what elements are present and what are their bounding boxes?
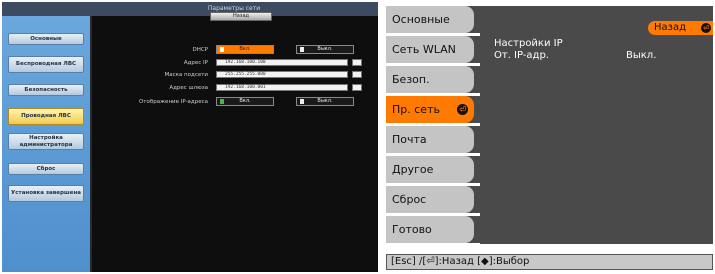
dhcp-on-radio[interactable]: Вкл.: [216, 45, 274, 54]
dhcp-label: DHCP: [192, 47, 208, 53]
ip-address-field[interactable]: 192.168.100.100: [216, 59, 348, 66]
sidebar-item-wired[interactable]: Проводная ЛВС: [8, 108, 84, 125]
status-bar: [Esc] /[⏎]:Назад [◆]:Выбор: [386, 254, 713, 270]
subnet-mask-field-end: [352, 71, 362, 78]
ip-settings-item[interactable]: Настройки IP: [494, 38, 563, 49]
menu-item-other[interactable]: Другое: [386, 156, 480, 183]
menu-item-label: Готово: [386, 216, 474, 243]
ip-display-on-label: Вкл.: [239, 98, 251, 104]
menu-item-basic[interactable]: Основные: [386, 6, 480, 33]
menu-item-face: Пр. сеть ⏎: [386, 96, 474, 123]
gateway-label: Адрес шлюза: [169, 85, 208, 91]
gateway-field[interactable]: 192.168.100.001: [216, 84, 348, 91]
radio-dot-icon: [300, 47, 304, 52]
back-label: Назад: [654, 22, 687, 33]
ip-display-off-label: Выкл.: [317, 98, 333, 104]
menu-item-reset[interactable]: Сброс: [386, 186, 480, 213]
back-button[interactable]: Назад: [210, 12, 272, 21]
enter-icon: ⏎: [701, 23, 711, 33]
menu-item-label: Сеть WLAN: [386, 36, 474, 63]
radio-dot-icon: [220, 47, 224, 52]
enter-icon: ⏎: [457, 104, 468, 115]
menu-item-security[interactable]: Безоп.: [386, 66, 480, 93]
subnet-mask-label: Маска подсети: [164, 72, 208, 78]
radio-dot-icon: [220, 99, 224, 104]
menu-item-label: Безоп.: [386, 66, 474, 93]
menu-item-label: Почта: [386, 126, 474, 153]
sidebar: Основные Беспроводная ЛВС Безопасность П…: [2, 16, 90, 272]
dhcp-on-label: Вкл.: [239, 46, 251, 52]
ip-display-item-label[interactable]: От. IP-адр.: [494, 50, 549, 61]
sidebar-item-wireless[interactable]: Беспроводная ЛВС: [8, 56, 84, 73]
dhcp-off-label: Выкл.: [317, 46, 333, 52]
sidebar-item-security[interactable]: Безопасность: [8, 84, 84, 96]
menu-item-done[interactable]: Готово: [386, 216, 480, 243]
dhcp-off-radio[interactable]: Выкл.: [296, 45, 354, 54]
settings-panel: [90, 16, 378, 272]
sidebar-item-admin[interactable]: Настройка администратора: [8, 133, 84, 150]
ip-address-label: Адрес IP: [183, 60, 208, 66]
menu-item-label: Основные: [386, 6, 474, 33]
ip-display-on-radio[interactable]: Вкл.: [216, 97, 274, 106]
ip-display-item-value: Выкл.: [626, 50, 657, 61]
menu-item-label: Другое: [386, 156, 474, 183]
menu-item-mail[interactable]: Почта: [386, 126, 480, 153]
gateway-field-end: [352, 84, 362, 91]
ip-display-off-radio[interactable]: Выкл.: [296, 97, 354, 106]
subnet-mask-field[interactable]: 255.255.255.000: [216, 71, 348, 78]
sidebar-item-basic[interactable]: Основные: [8, 33, 84, 45]
menu-item-label: Пр. сеть: [392, 103, 440, 116]
left-screenshot: Параметры сети Основные Беспроводная ЛВС…: [2, 2, 378, 272]
main-menu: Основные Сеть WLAN Безоп. Пр. сеть ⏎ Поч…: [386, 6, 480, 244]
page-title: Параметры сети: [207, 5, 261, 12]
sidebar-item-finish[interactable]: Установка завершена: [8, 185, 84, 202]
ip-address-field-end: [352, 59, 362, 66]
menu-item-wlan[interactable]: Сеть WLAN: [386, 36, 480, 63]
sidebar-item-reset[interactable]: Сброс: [8, 163, 84, 175]
menu-item-label: Сброс: [386, 186, 474, 213]
radio-dot-icon: [300, 99, 304, 104]
back-button-right[interactable]: Назад ⏎: [648, 21, 713, 35]
menu-item-wired[interactable]: Пр. сеть ⏎: [386, 96, 480, 123]
ip-display-label: Отображение IP-адреса: [138, 99, 208, 105]
